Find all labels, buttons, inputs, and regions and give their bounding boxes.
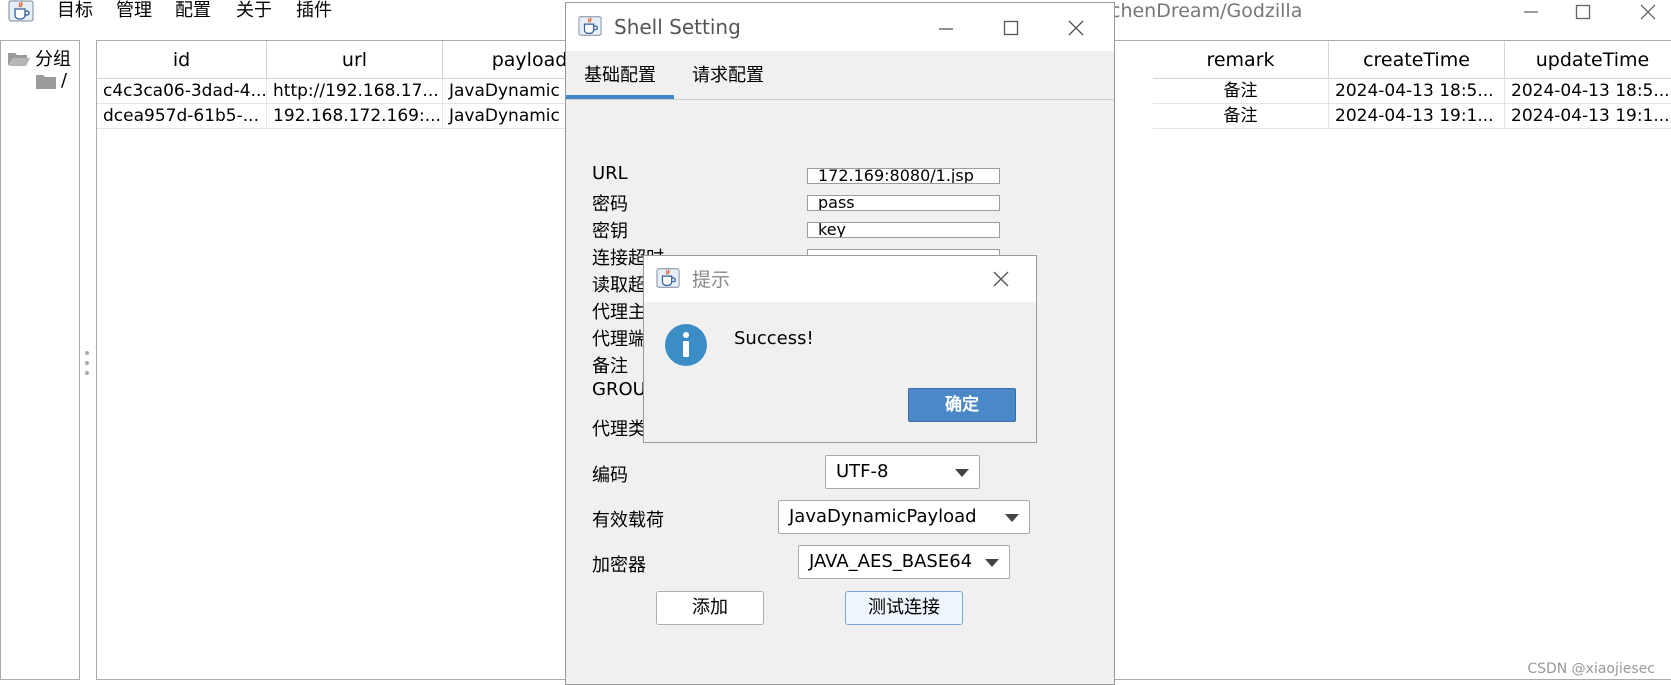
label-proxy-type: 代理类 [592,419,646,440]
column-header-remark[interactable]: remark [1153,41,1329,79]
menu-about[interactable]: 关于 [236,0,272,22]
label-cryption: 加密器 [592,555,646,576]
table-row-1-updatetime[interactable]: 2024-04-13 19:1... [1505,104,1671,129]
column-header-id[interactable]: id [97,41,267,79]
table-row-0-createtime[interactable]: 2024-04-13 18:5... [1329,79,1505,104]
label-remark: 备注 [592,356,628,377]
tree-label-slash: / [61,70,68,91]
menu-config[interactable]: 配置 [175,0,211,22]
table-row-1-id[interactable]: dcea957d-61b5-... [97,104,267,129]
label-group: GROU [592,379,646,400]
tree-label-root: 分组 [35,49,71,70]
maximize-icon [1575,4,1591,20]
tree-item-slash[interactable]: / [35,70,67,91]
add-button[interactable]: 添加 [656,591,764,625]
tab-divider [566,99,1114,100]
table-row-1-remark[interactable]: 备注 [1153,104,1329,129]
test-connection-button[interactable]: 测试连接 [845,591,963,625]
message-dialog[interactable]: 提示 Success! 确定 [643,255,1037,443]
menu-plugins[interactable]: 插件 [296,0,332,22]
close-icon [1640,4,1656,20]
table-row-1-url[interactable]: 192.168.172.169:... [267,104,443,129]
label-payload: 有效载荷 [592,510,664,531]
table-row-0-remark[interactable]: 备注 [1153,79,1329,104]
open-folder-icon [8,53,30,66]
cryption-value: JAVA_AES_BASE64 [809,551,973,572]
label-proxy-port: 代理端 [592,329,646,350]
cryption-select[interactable]: JAVA_AES_BASE64 [798,545,1010,579]
label-url: URL [592,163,628,184]
tab-basic-config[interactable]: 基础配置 [572,59,668,93]
menu-target[interactable]: 目标 [57,0,93,22]
tab-request-config[interactable]: 请求配置 [680,59,776,93]
label-key: 密钥 [592,221,628,242]
tree-item-root[interactable]: 分组 [7,45,71,71]
maximize-icon [1003,20,1019,36]
label-password: 密码 [592,194,628,215]
encoding-value: UTF-8 [836,461,889,482]
chevron-down-icon [985,559,999,567]
column-header-updatetime[interactable]: updateTime [1505,41,1671,79]
message-dialog-title: 提示 [692,269,731,291]
dialog-maximize-button[interactable] [994,15,1028,41]
minimize-button[interactable] [1511,0,1551,24]
table-row-0-updatetime[interactable]: 2024-04-13 18:5... [1505,79,1671,104]
url-field[interactable]: 172.169:8080/1.jsp [807,168,1000,184]
chevron-down-icon [955,469,969,477]
dialog-close-button[interactable] [1059,15,1093,41]
minimize-icon [1524,11,1538,13]
label-read-timeout: 读取超 [592,275,646,296]
close-button[interactable] [1628,0,1668,24]
splitter-handle[interactable] [84,349,90,377]
table-row-0-url[interactable]: http://192.168.17... [267,79,443,104]
ok-button[interactable]: 确定 [908,388,1016,422]
column-header-url[interactable]: url [267,41,443,79]
encoding-select[interactable]: UTF-8 [825,455,980,489]
group-tree[interactable]: 分组 / [0,40,80,680]
label-encoding: 编码 [592,465,628,486]
java-cup-icon [8,0,34,22]
window-title: chenDream/Godzilla [1110,0,1303,22]
payload-value: JavaDynamicPayload [789,506,977,527]
table-row-0-id[interactable]: c4c3ca06-3dad-4... [97,79,267,104]
message-close-button[interactable] [992,270,1010,292]
minimize-icon [939,28,953,30]
column-header-createtime[interactable]: createTime [1329,41,1505,79]
key-field[interactable]: key [807,222,1000,238]
menu-manage[interactable]: 管理 [116,0,152,22]
chevron-down-icon [1005,514,1019,522]
java-cup-icon [578,15,602,41]
message-text: Success! [734,328,814,349]
close-icon [1068,20,1084,36]
password-field[interactable]: pass [807,195,1000,211]
dialog-minimize-button[interactable] [929,15,963,41]
maximize-button[interactable] [1563,0,1603,24]
folder-icon [36,74,56,89]
info-icon [664,323,708,371]
payload-select[interactable]: JavaDynamicPayload [778,500,1030,534]
java-cup-icon [656,267,680,293]
table-row-1-createtime[interactable]: 2024-04-13 19:1... [1329,104,1505,129]
watermark: CSDN @xiaojiesec [1527,661,1655,677]
label-proxy-host: 代理主 [592,302,646,323]
close-icon [993,271,1009,287]
shell-dialog-title: Shell Setting [614,15,741,39]
